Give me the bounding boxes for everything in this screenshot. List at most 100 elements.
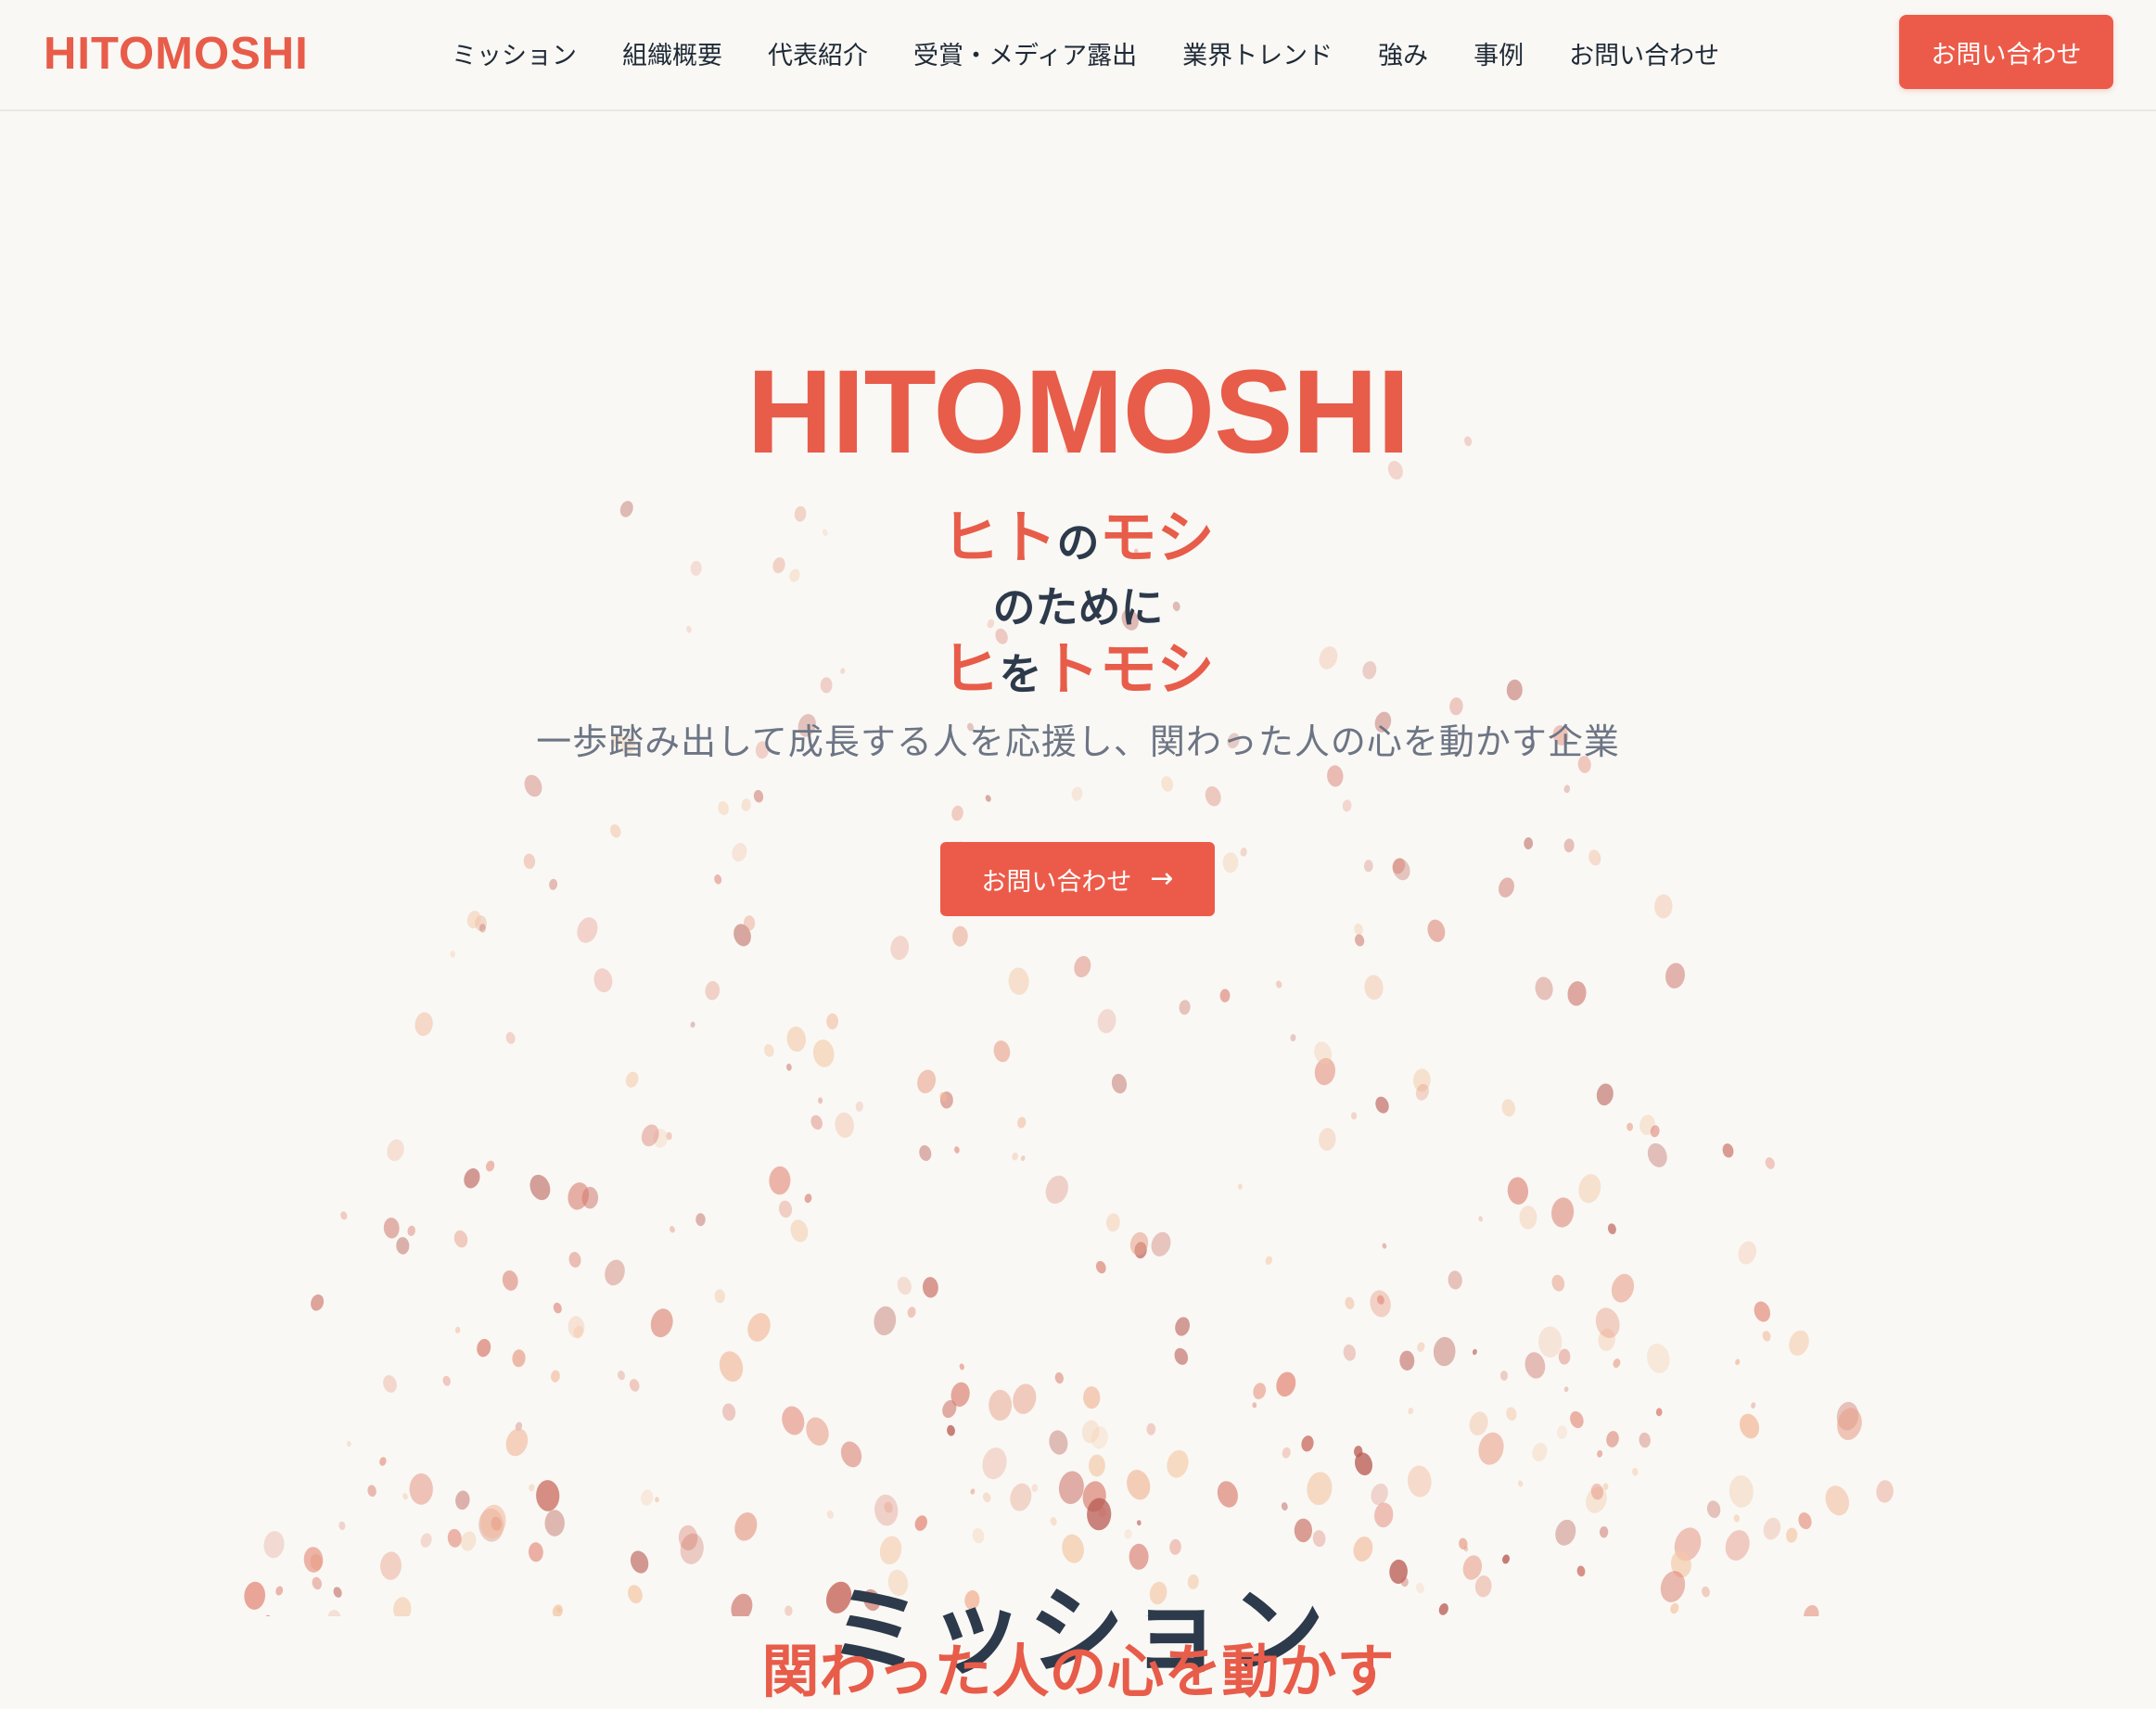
particle <box>1588 849 1601 866</box>
particle <box>568 1252 581 1268</box>
particle <box>719 1351 744 1382</box>
particle <box>1599 1526 1609 1538</box>
particle <box>1478 1216 1484 1222</box>
particle <box>1375 1096 1389 1114</box>
particle <box>874 1306 897 1336</box>
particle <box>1606 1431 1619 1448</box>
particle <box>605 1259 625 1286</box>
particle <box>1008 967 1029 995</box>
particle <box>1161 776 1173 792</box>
particle <box>1408 1465 1432 1498</box>
particle <box>630 1550 649 1574</box>
particle <box>970 1488 976 1495</box>
particle <box>835 1112 854 1138</box>
particle <box>1364 975 1384 1001</box>
particle <box>1501 1099 1515 1117</box>
particle <box>477 1338 491 1358</box>
particle <box>1563 1386 1569 1393</box>
particle <box>826 1013 839 1030</box>
tagline-line-2: のために <box>0 575 2156 640</box>
site-logo[interactable]: HITOMOSHI <box>44 26 309 82</box>
main-nav: ミッション 組織概要 代表紹介 受賞・メディア露出 業界トレンド 強み 事例 お… <box>452 33 1719 72</box>
particle <box>714 1289 725 1304</box>
particle <box>1175 1317 1190 1336</box>
particle <box>1551 1274 1565 1292</box>
particle <box>705 981 721 1001</box>
nav-link-awards-media[interactable]: 受賞・メディア露出 <box>913 35 1137 71</box>
mission-subheading: 関わった人の心を動かす <box>761 1638 1395 1705</box>
particle <box>818 1097 823 1104</box>
particle <box>524 774 542 797</box>
particle <box>1290 1034 1296 1042</box>
particle <box>826 1510 835 1519</box>
particle <box>610 823 621 838</box>
particle <box>1555 1519 1576 1546</box>
particle <box>947 1424 955 1436</box>
nav-link-strengths[interactable]: 強み <box>1378 35 1428 71</box>
particle <box>810 1115 823 1130</box>
particle <box>577 917 598 943</box>
particle <box>1765 1157 1775 1169</box>
particle <box>1665 963 1685 988</box>
particle <box>1319 1128 1336 1151</box>
particle <box>1312 1530 1326 1548</box>
particle <box>897 1276 912 1295</box>
particle <box>907 1307 916 1318</box>
particle <box>1136 1520 1142 1526</box>
particle <box>1558 1348 1571 1365</box>
particle <box>1789 1330 1809 1356</box>
particle <box>734 1511 758 1541</box>
particle <box>778 1200 793 1218</box>
particle <box>989 1389 1013 1421</box>
particle <box>695 1213 706 1227</box>
nav-link-industry-trends[interactable]: 業界トレンド <box>1182 35 1333 71</box>
particle <box>1174 1347 1189 1365</box>
particle <box>450 950 456 958</box>
particle <box>529 1484 535 1492</box>
particle <box>379 1457 387 1466</box>
particle <box>409 1473 433 1505</box>
particle <box>1169 1538 1181 1555</box>
particle <box>1097 1009 1116 1034</box>
particle <box>1020 1154 1026 1162</box>
particle <box>528 1542 543 1562</box>
particle <box>505 1428 529 1457</box>
particle <box>1647 1343 1670 1373</box>
tagline-line-1: ヒトのモシ <box>0 505 2156 575</box>
particle <box>502 1269 518 1291</box>
particle <box>420 1533 432 1548</box>
particle <box>1751 1402 1756 1409</box>
particle <box>453 1230 468 1248</box>
particle <box>1538 1326 1563 1358</box>
particle <box>1237 1183 1243 1190</box>
tagline-wo: を <box>999 649 1042 699</box>
hero-contact-button[interactable]: お問い合わせ → <box>940 842 1215 916</box>
particle <box>1282 1447 1291 1459</box>
nav-link-contact[interactable]: お問い合わせ <box>1569 35 1719 71</box>
particle <box>1433 1336 1456 1367</box>
particle <box>1252 1402 1257 1409</box>
particle <box>972 1527 985 1544</box>
particle <box>1499 1371 1509 1381</box>
particle <box>1524 837 1534 849</box>
particle <box>1762 1331 1771 1342</box>
nav-link-mission[interactable]: ミッション <box>452 35 577 71</box>
particle <box>840 1441 862 1468</box>
particle <box>1825 1486 1850 1516</box>
nav-link-representative[interactable]: 代表紹介 <box>768 35 868 71</box>
particle <box>764 1043 774 1057</box>
nav-link-cases[interactable]: 事例 <box>1473 35 1524 71</box>
particle <box>1345 1296 1355 1309</box>
nav-link-organization[interactable]: 組織概要 <box>622 35 722 71</box>
particle <box>1167 1449 1189 1478</box>
particle <box>1499 877 1514 898</box>
particle <box>1876 1480 1894 1503</box>
particle <box>1392 858 1410 881</box>
particle <box>914 1515 927 1531</box>
header-contact-button[interactable]: お問い合わせ <box>1899 15 2113 89</box>
particle <box>806 1417 829 1446</box>
particle <box>529 1174 551 1201</box>
particle <box>1654 894 1673 919</box>
particle <box>786 1027 807 1052</box>
particle <box>722 1403 736 1422</box>
